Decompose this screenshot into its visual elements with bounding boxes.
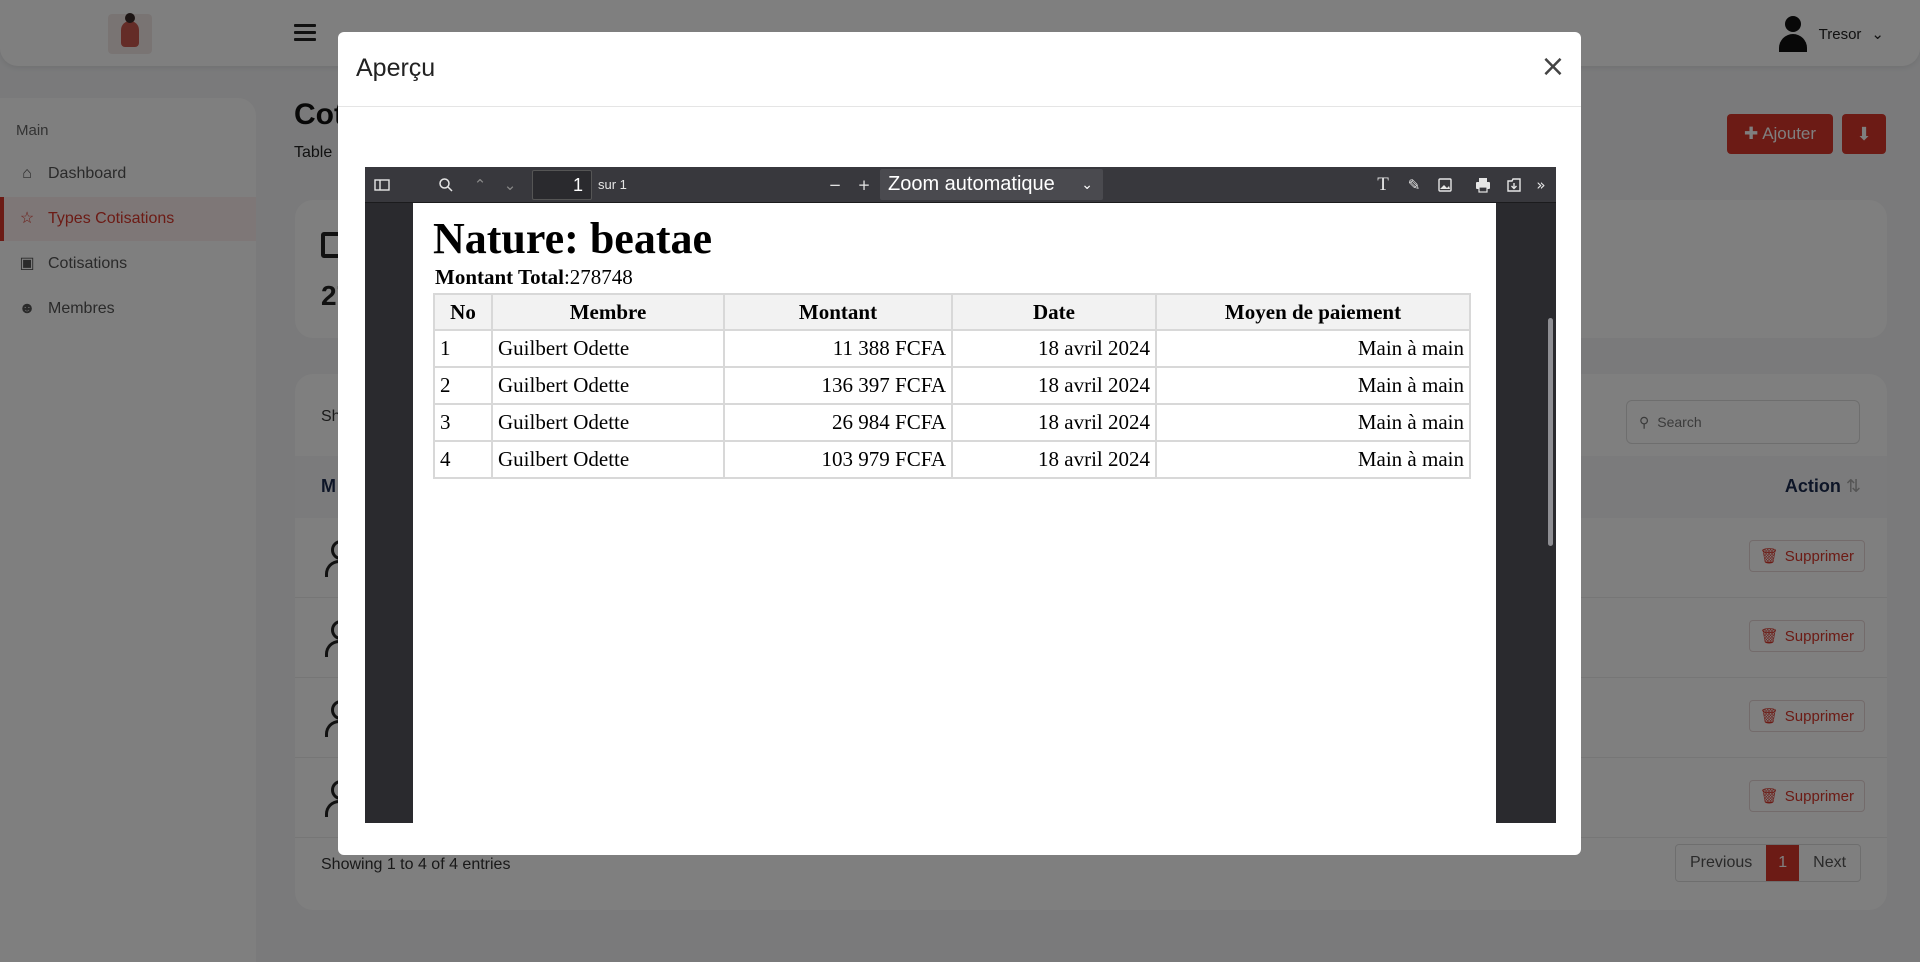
- cell-date: 18 avril 2024: [953, 442, 1155, 477]
- draw-tool-icon[interactable]: ✎: [1403, 174, 1425, 196]
- previous-page-icon[interactable]: ⌃: [469, 174, 491, 196]
- text-tool-icon[interactable]: T: [1372, 174, 1394, 196]
- pdf-title: Nature: beatae: [433, 214, 712, 263]
- column-header: Moyen de paiement: [1157, 295, 1469, 329]
- column-header: Date: [953, 295, 1155, 329]
- cell-montant: 26 984 FCFA: [725, 405, 951, 440]
- pdf-table: No Membre Montant Date Moyen de paiement…: [433, 293, 1471, 479]
- zoom-out-icon[interactable]: −: [824, 174, 846, 196]
- cell-moyen: Main à main: [1157, 442, 1469, 477]
- cell-membre: Guilbert Odette: [493, 368, 723, 403]
- page-count-label: sur 1: [598, 177, 627, 192]
- cell-membre: Guilbert Odette: [493, 331, 723, 366]
- cell-date: 18 avril 2024: [953, 405, 1155, 440]
- modal-header: Aperçu ×: [338, 32, 1581, 107]
- cell-date: 18 avril 2024: [953, 331, 1155, 366]
- scrollbar[interactable]: [1548, 318, 1553, 546]
- column-header: Montant: [725, 295, 951, 329]
- pdf-table-row: 4 Guilbert Odette 103 979 FCFA 18 avril …: [435, 442, 1469, 477]
- pdf-viewer: ⌃ ⌄ 1 sur 1 − + Zoom automatique ⌄ T ✎ »: [365, 167, 1556, 823]
- image-tool-icon[interactable]: [1434, 174, 1456, 196]
- sidebar-toggle-icon[interactable]: [371, 174, 393, 196]
- pdf-table-row: 3 Guilbert Odette 26 984 FCFA 18 avril 2…: [435, 405, 1469, 440]
- cell-no: 4: [435, 442, 491, 477]
- search-icon[interactable]: [435, 174, 457, 196]
- cell-membre: Guilbert Odette: [493, 442, 723, 477]
- column-header: No: [435, 295, 491, 329]
- cell-moyen: Main à main: [1157, 368, 1469, 403]
- cell-no: 1: [435, 331, 491, 366]
- chevron-down-icon: ⌄: [1081, 176, 1093, 192]
- cell-montant: 136 397 FCFA: [725, 368, 951, 403]
- cell-date: 18 avril 2024: [953, 368, 1155, 403]
- more-tools-icon[interactable]: »: [1530, 174, 1552, 196]
- column-header: Membre: [493, 295, 723, 329]
- pdf-table-row: 2 Guilbert Odette 136 397 FCFA 18 avril …: [435, 368, 1469, 403]
- cell-moyen: Main à main: [1157, 331, 1469, 366]
- cell-no: 2: [435, 368, 491, 403]
- pdf-toolbar: ⌃ ⌄ 1 sur 1 − + Zoom automatique ⌄ T ✎ »: [365, 167, 1556, 203]
- pdf-canvas-area[interactable]: Nature: beatae Montant Total:278748 No M…: [365, 203, 1556, 823]
- cell-montant: 11 388 FCFA: [725, 331, 951, 366]
- preview-modal: Aperçu × ⌃ ⌄ 1 sur 1 − + Zoom automatiqu…: [338, 32, 1581, 855]
- pdf-page: Nature: beatae Montant Total:278748 No M…: [413, 203, 1496, 823]
- save-icon[interactable]: [1503, 174, 1525, 196]
- page-number-input[interactable]: 1: [532, 170, 592, 200]
- pdf-table-row: 1 Guilbert Odette 11 388 FCFA 18 avril 2…: [435, 331, 1469, 366]
- pdf-total: Montant Total:278748: [435, 265, 633, 289]
- cell-montant: 103 979 FCFA: [725, 442, 951, 477]
- cell-membre: Guilbert Odette: [493, 405, 723, 440]
- pdf-table-header-row: No Membre Montant Date Moyen de paiement: [435, 295, 1469, 329]
- print-icon[interactable]: [1472, 174, 1494, 196]
- next-page-icon[interactable]: ⌄: [499, 174, 521, 196]
- zoom-in-icon[interactable]: +: [853, 174, 875, 196]
- modal-title: Aperçu: [356, 54, 436, 82]
- close-icon[interactable]: ×: [1539, 52, 1567, 82]
- cell-no: 3: [435, 405, 491, 440]
- cell-moyen: Main à main: [1157, 405, 1469, 440]
- zoom-select[interactable]: Zoom automatique ⌄: [880, 169, 1103, 200]
